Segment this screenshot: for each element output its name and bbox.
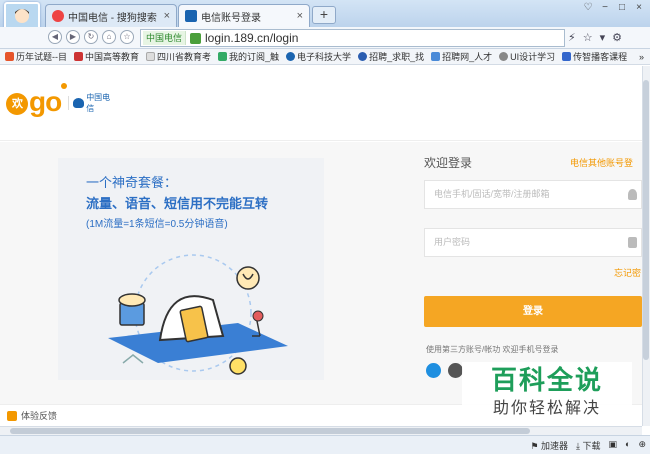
navigation-bar: ◀ ▶ ↻ ⌂ ☆ 中国电信 login.189.cn/login ⚡ ☆ ▾ … [0, 27, 650, 49]
download-button[interactable]: ⤓ 下载 [576, 439, 601, 452]
ego-logo[interactable]: 欢 go [6, 83, 68, 118]
volume-icon[interactable]: ◐ [625, 439, 630, 452]
window-controls: ♡ − □ × [581, 2, 646, 13]
accelerator-button[interactable]: ⚑ 加速器 [530, 439, 568, 452]
home-icon[interactable]: ⌂ [102, 30, 116, 44]
page-icon [146, 52, 156, 61]
promo-banner[interactable]: 一个神奇套餐： 流量、语音、短信用不完能互转 (1M流量=1条短信=0.5分钟语… [58, 158, 324, 380]
bookmark-item[interactable]: 招聘网_人才 [431, 50, 492, 63]
bookmark-item[interactable]: 传智播客课程 [562, 50, 627, 63]
password-input[interactable]: 用户密码 [424, 228, 642, 257]
favorite-icon[interactable]: ♡ [581, 2, 595, 13]
minimize-icon[interactable]: − [598, 2, 612, 13]
refresh-icon[interactable]: ↻ [84, 30, 98, 44]
qq-login-icon[interactable] [426, 363, 441, 378]
bookmark-item[interactable]: 四川省教育考 [146, 50, 211, 63]
screenshot-icon[interactable]: ▣ [609, 439, 618, 452]
status-bar: ⚑ 加速器 ⤓ 下载 ▣ ◐ ⊕ [0, 435, 650, 454]
account-input[interactable]: 电信手机/固话/宽带/注册邮箱 [424, 180, 642, 209]
close-tab-icon[interactable]: × [164, 10, 170, 22]
third-party-login-text: 使用第三方账号/帐功 欢迎手机号登录 [426, 345, 559, 354]
close-tab-icon[interactable]: × [297, 10, 303, 22]
user-icon [628, 189, 637, 200]
tab-title: 中国电信 - 搜狗搜索 [68, 12, 157, 24]
forgot-password-link[interactable]: 忘记密 [614, 266, 641, 279]
bookmark-icon [431, 52, 441, 61]
watermark: 百科全说 助你轻松解决 [462, 362, 632, 426]
promo-illustration [108, 254, 288, 375]
bookmark-icon [562, 52, 572, 61]
login-panel: 欢迎登录 电信其他账号登 电信手机/固话/宽带/注册邮箱 用户密码 忘记密 登录… [422, 150, 642, 380]
site-identity-badge[interactable]: 中国电信 [143, 31, 187, 45]
watermark-title: 百科全说 [490, 365, 603, 395]
zoom-icon[interactable]: ⊕ [638, 439, 646, 452]
horizontal-scroll-thumb[interactable] [10, 428, 530, 434]
status-tools: ⚑ 加速器 ⤓ 下载 ▣ ◐ ⊕ [530, 439, 646, 452]
tab-title: 电信账号登录 [201, 12, 261, 24]
lock-icon [628, 237, 637, 248]
tab-sogou-search[interactable]: 中国电信 - 搜狗搜索 × [45, 4, 177, 27]
bookmarks-more-icon[interactable]: » [639, 52, 650, 62]
bookmark-star-icon[interactable]: ☆ [583, 31, 593, 44]
close-window-icon[interactable]: × [632, 2, 646, 13]
address-bar[interactable]: 中国电信 login.189.cn/login [140, 29, 565, 47]
edit-icon [7, 410, 17, 421]
bookmark-item[interactable]: UI设计学习 [499, 50, 555, 63]
login-button[interactable]: 登录 [424, 296, 642, 327]
dropdown-icon[interactable]: ▾ [600, 31, 606, 44]
bookmark-icon [286, 52, 296, 61]
bookmark-item[interactable]: 招聘_求职_找 [358, 50, 424, 63]
tools-icon[interactable]: ⚙ [612, 31, 622, 44]
sogou-icon [52, 10, 64, 22]
telecom-logo-icon [73, 98, 85, 108]
new-tab-button[interactable]: + [312, 6, 336, 24]
feedback-link[interactable]: 体验反馈 [7, 409, 57, 422]
site-header: 欢 go 中国电信 [0, 66, 642, 141]
bookmarks-bar: 历年试题--目 中国高等教育 四川省教育考 我的订阅_触 电子科技大学 招聘_求… [0, 49, 650, 65]
bookmark-item[interactable]: 中国高等教育 [74, 50, 139, 63]
bookmark-icon [5, 52, 14, 61]
password-placeholder: 用户密码 [434, 237, 471, 247]
star-icon[interactable]: ☆ [120, 30, 134, 44]
forward-icon[interactable]: ▶ [66, 30, 80, 44]
promo-subheadline: 流量、语音、短信用不完能互转 [86, 196, 269, 211]
china-telecom-logo: 中国电信 [68, 93, 116, 113]
bookmark-icon [358, 52, 368, 61]
watermark-subtitle: 助你轻松解决 [492, 400, 601, 417]
secure-site-icon [190, 32, 202, 44]
toolbar-right: ⚡ ☆ ▾ ⚙ [568, 31, 622, 44]
vertical-scroll-thumb[interactable] [643, 80, 649, 360]
url-text[interactable]: login.189.cn/login [205, 31, 298, 45]
account-placeholder: 电信手机/固话/宽带/注册邮箱 [434, 189, 550, 199]
maximize-icon[interactable]: □ [615, 2, 629, 13]
rocket-icon: ⚑ [530, 441, 541, 451]
bookmark-icon [74, 52, 83, 61]
weibo-login-icon[interactable] [448, 363, 463, 378]
bookmark-icon [218, 52, 228, 61]
login-title: 欢迎登录 [424, 156, 473, 170]
bookmark-item[interactable]: 电子科技大学 [286, 50, 351, 63]
bookmark-icon [499, 52, 509, 61]
back-icon[interactable]: ◀ [48, 30, 62, 44]
speed-mode-icon[interactable]: ⚡ [568, 31, 576, 44]
bookmark-item[interactable]: 历年试题--目 [5, 50, 67, 63]
promo-headline: 一个神奇套餐： [86, 175, 178, 190]
other-account-login-link[interactable]: 电信其他账号登 [570, 156, 633, 169]
tab-telecom-login[interactable]: 电信账号登录 × [178, 4, 310, 27]
telecom-icon [185, 10, 197, 22]
bookmark-item[interactable]: 我的订阅_触 [218, 50, 279, 63]
